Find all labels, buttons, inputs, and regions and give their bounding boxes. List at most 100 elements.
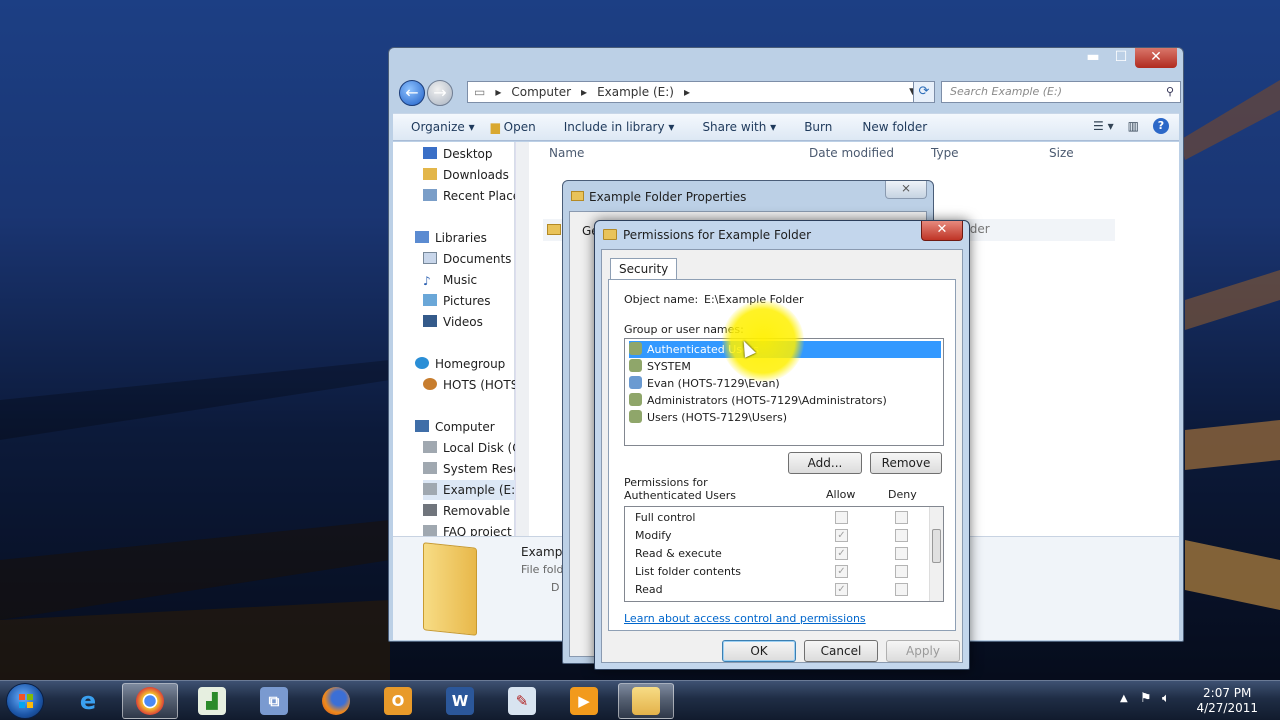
word-icon: W (446, 687, 474, 715)
taskbar-network[interactable]: ⧉ (246, 683, 302, 719)
help-icon[interactable]: ? (1153, 118, 1169, 134)
navigation-pane: Desktop Downloads Recent Places Librarie… (393, 142, 515, 536)
taskbar-draw[interactable]: ✎ (494, 683, 550, 719)
open-button[interactable]: ▆ Open (491, 120, 536, 134)
nav-scrollbar[interactable] (515, 142, 529, 536)
taskbar-chrome[interactable] (122, 683, 178, 719)
forward-arrow-icon[interactable]: → (427, 80, 453, 106)
deny-full-control-checkbox[interactable] (895, 511, 908, 524)
allow-modify-checkbox[interactable]: ✓ (835, 529, 848, 542)
drive-icon (423, 525, 437, 536)
perm-modify: Modify (635, 529, 672, 542)
command-bar: Organize ▾ ▆ Open Include in library ▾ S… (393, 113, 1179, 141)
user-icon (629, 376, 642, 389)
deny-header: Deny (888, 488, 917, 501)
add-button[interactable]: Add... (788, 452, 862, 474)
volume-icon[interactable]: 🔈︎ (1162, 691, 1170, 706)
nav-computer[interactable]: Computer (415, 417, 507, 437)
user-authenticated-users[interactable]: Authenticated Users (629, 341, 941, 358)
deny-modify-checkbox[interactable] (895, 529, 908, 542)
nav-homegroup-user[interactable]: HOTS (HOTS (423, 375, 515, 395)
show-hidden-icons-icon[interactable]: ▲ (1120, 693, 1128, 704)
permissions-close-button[interactable]: ✕ (921, 221, 963, 241)
music-icon: ♪ (423, 274, 431, 288)
permissions-dialog: Permissions for Example Folder ✕ Securit… (594, 220, 970, 670)
nav-removable-disk[interactable]: Removable Disk (423, 501, 515, 521)
view-options-icon[interactable]: ☰ ▾ (1093, 119, 1114, 133)
clock[interactable]: 2:07 PM 4/27/2011 (1196, 686, 1258, 716)
apply-button[interactable]: Apply (886, 640, 960, 662)
nav-pictures[interactable]: Pictures (423, 291, 515, 311)
details-type: File fold (521, 563, 564, 576)
allow-list-folder-checkbox[interactable]: ✓ (835, 565, 848, 578)
column-headers: Name Date modified Type Size (543, 142, 1173, 164)
nav-system-reserved[interactable]: System Reserved (423, 459, 515, 479)
search-input[interactable]: Search Example (E:) ⚲ (941, 81, 1181, 103)
user-evan[interactable]: Evan (HOTS-7129\Evan) (629, 375, 941, 392)
homegroup-icon (415, 357, 429, 369)
refresh-icon[interactable]: ⟳ (913, 81, 935, 103)
nav-documents[interactable]: Documents (423, 249, 515, 269)
desktop-icon (423, 147, 437, 159)
address-bar[interactable]: ▭ ▸ Computer ▸ Example (E:) ▸ ▼ (467, 81, 933, 103)
preview-pane-icon[interactable]: ▥ (1128, 119, 1139, 133)
folder-icon (547, 224, 561, 235)
nav-local-disk[interactable]: Local Disk (C:) (423, 438, 515, 458)
column-type[interactable]: Type (931, 146, 959, 160)
properties-close-button[interactable]: ⨯ (885, 181, 927, 199)
start-button[interactable] (6, 683, 44, 719)
taskbar-word[interactable]: W (432, 683, 488, 719)
nav-example-drive[interactable]: Example (E:) (423, 480, 515, 500)
taskbar-outlook[interactable]: O (370, 683, 426, 719)
ok-button[interactable]: OK (722, 640, 796, 662)
nav-videos[interactable]: Videos (423, 312, 515, 332)
share-with-button[interactable]: Share with ▾ (702, 120, 776, 134)
breadcrumb-computer[interactable]: Computer (511, 85, 571, 99)
nav-downloads[interactable]: Downloads (423, 165, 515, 185)
nav-faq-project[interactable]: FAQ project (423, 522, 515, 536)
user-users[interactable]: Users (HOTS-7129\Users) (629, 409, 941, 426)
burn-button[interactable]: Burn (804, 120, 832, 134)
perm-read: Read (635, 583, 663, 596)
back-arrow-icon[interactable]: ← (399, 80, 425, 106)
tab-security[interactable]: Security (610, 258, 678, 280)
taskbar-internet-explorer[interactable]: e (60, 683, 116, 719)
breadcrumb-drive[interactable]: Example (E:) (597, 85, 674, 99)
allow-read-checkbox[interactable]: ✓ (835, 583, 848, 596)
user-system[interactable]: SYSTEM (629, 358, 941, 375)
column-name[interactable]: Name (549, 146, 584, 160)
new-folder-button[interactable]: New folder (862, 120, 927, 134)
nav-libraries[interactable]: Libraries (415, 228, 507, 248)
allow-full-control-checkbox[interactable] (835, 511, 848, 524)
taskbar-explorer[interactable] (618, 683, 674, 719)
nav-homegroup[interactable]: Homegroup (415, 354, 507, 374)
taskbar-firefox[interactable] (308, 683, 364, 719)
action-center-icon[interactable]: ⚑ (1140, 691, 1152, 706)
nav-desktop[interactable]: Desktop (423, 144, 515, 164)
access-control-link[interactable]: Learn about access control and permissio… (624, 612, 866, 625)
include-in-library-button[interactable]: Include in library ▾ (564, 120, 675, 134)
minimize-button[interactable]: ▬ (1079, 48, 1107, 68)
nav-music[interactable]: ♪ Music (423, 270, 515, 290)
close-button[interactable]: ✕ (1135, 48, 1177, 68)
recent-places-icon (423, 189, 437, 201)
deny-list-folder-checkbox[interactable] (895, 565, 908, 578)
remove-button[interactable]: Remove (870, 452, 942, 474)
user-administrators[interactable]: Administrators (HOTS-7129\Administrators… (629, 392, 941, 409)
taskbar-task-manager[interactable]: ▟ (184, 683, 240, 719)
maximize-button[interactable]: ☐ (1107, 48, 1135, 68)
permission-scrollbar[interactable] (929, 507, 943, 601)
libraries-icon (415, 231, 429, 243)
deny-read-checkbox[interactable] (895, 583, 908, 596)
allow-read-execute-checkbox[interactable]: ✓ (835, 547, 848, 560)
nav-recent-places[interactable]: Recent Places (423, 186, 515, 206)
window-controls: ▬ ☐ ✕ (1079, 48, 1177, 68)
cancel-button[interactable]: Cancel (804, 640, 878, 662)
properties-title: Example Folder Properties (589, 190, 747, 204)
organize-button[interactable]: Organize ▾ (411, 120, 475, 134)
taskbar-media-player[interactable]: ▶ (556, 683, 612, 719)
column-date-modified[interactable]: Date modified (809, 146, 894, 160)
deny-read-execute-checkbox[interactable] (895, 547, 908, 560)
media-player-icon: ▶ (570, 687, 598, 715)
column-size[interactable]: Size (1049, 146, 1074, 160)
